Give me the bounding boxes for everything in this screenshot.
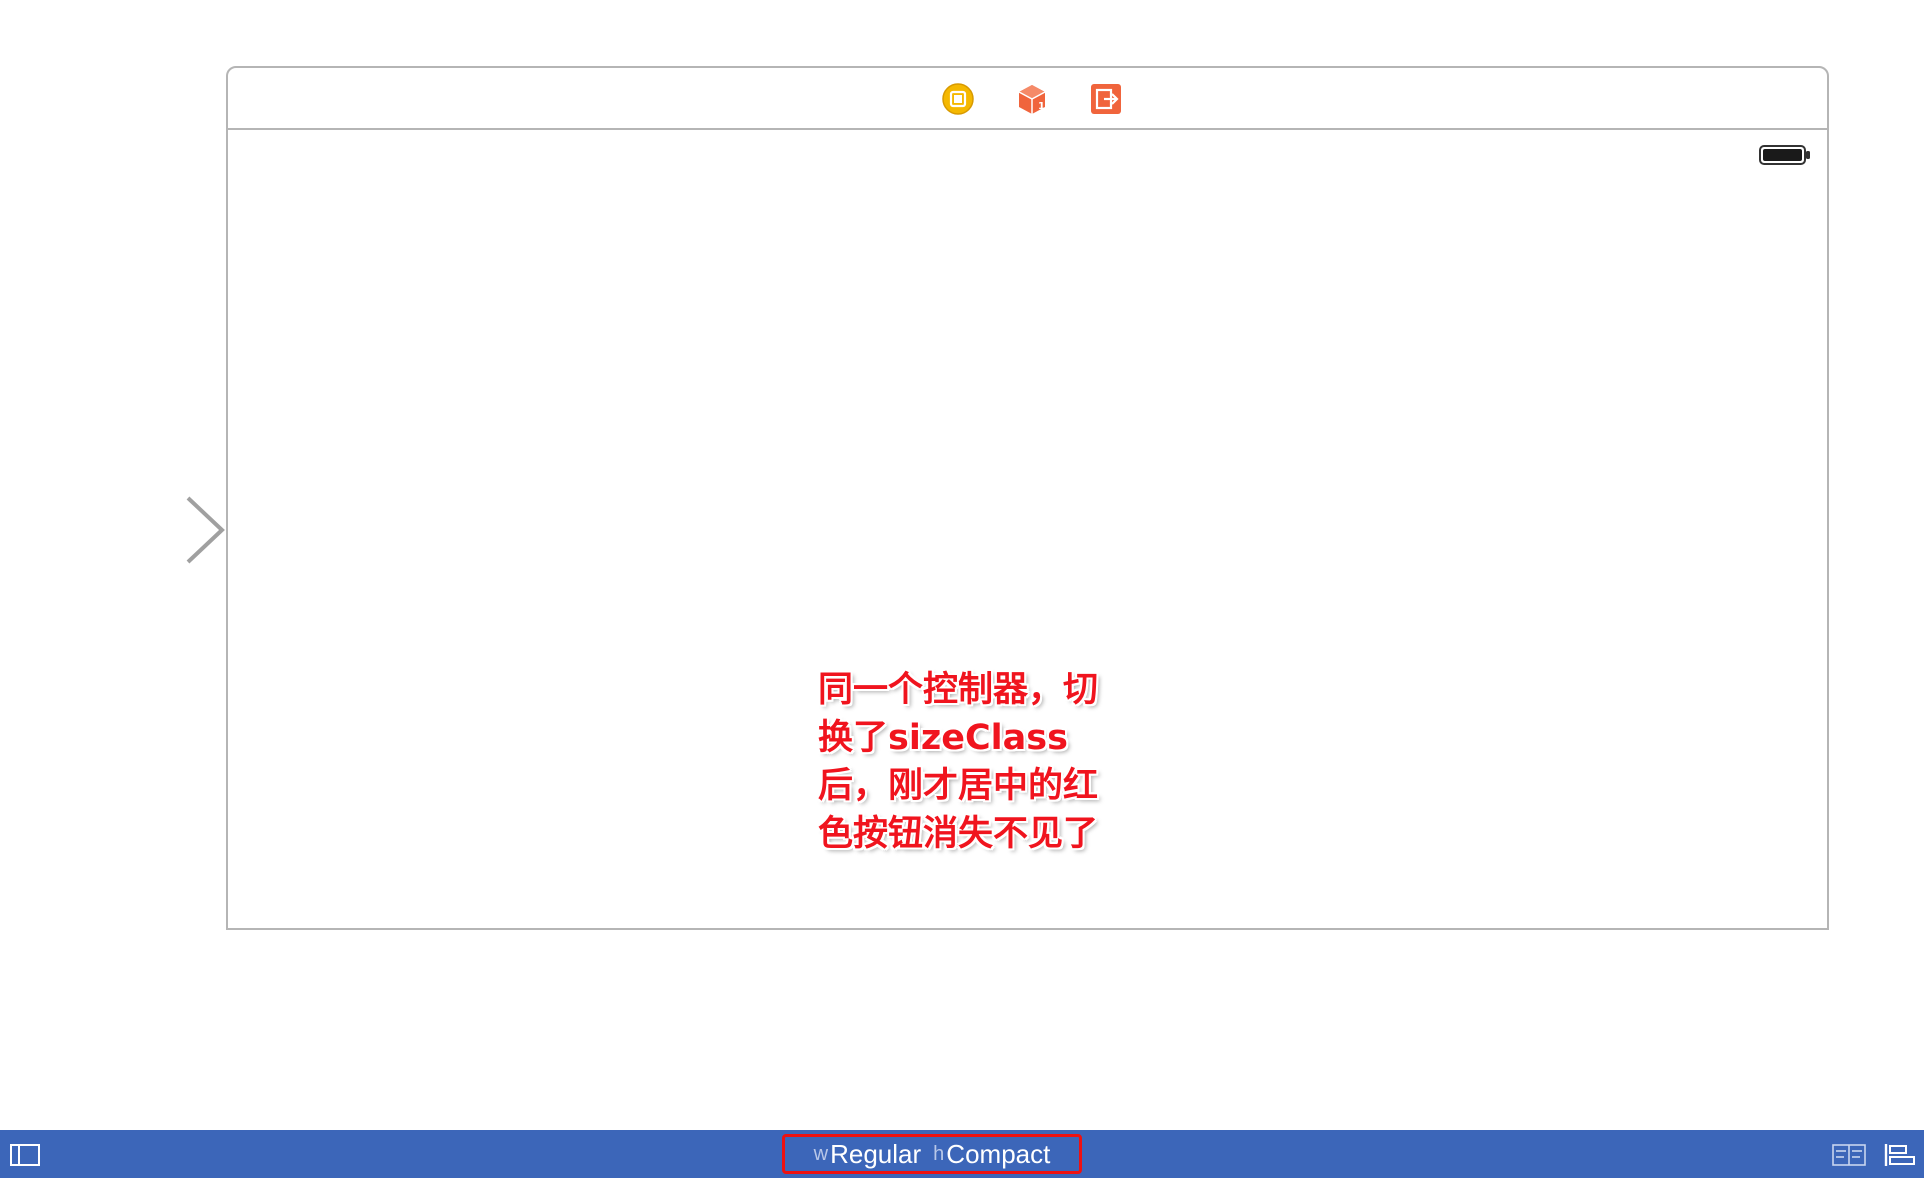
storyboard-canvas: 1 同一个控制器，切 换了sizeClass 后，刚才居中的红 色按钮消失不见了 (0, 0, 1924, 1130)
embed-in-stack-icon[interactable] (1832, 1143, 1866, 1167)
width-class-prefix: w (813, 1142, 829, 1165)
annotation-line: 换了sizeClass (818, 718, 1068, 758)
navigator-toggle-icon[interactable] (10, 1144, 40, 1166)
exit-icon[interactable] (1090, 83, 1122, 115)
initial-entry-arrow[interactable] (30, 490, 230, 570)
annotation-line: 后，刚才居中的红 (818, 766, 1099, 806)
svg-text:1: 1 (1038, 101, 1045, 112)
canvas-bottom-bar: w Regular h Compact (0, 1130, 1924, 1178)
first-responder-icon[interactable]: 1 (1016, 83, 1048, 115)
width-class-value: Regular (830, 1138, 922, 1169)
height-class-prefix: h (933, 1142, 945, 1165)
annotation-line: 色按钮消失不见了 (818, 814, 1099, 854)
height-class-value: Compact (946, 1138, 1051, 1169)
annotation-note: 同一个控制器，切 换了sizeClass 后，刚才居中的红 色按钮消失不见了 (818, 666, 1118, 858)
align-icon[interactable] (1884, 1143, 1916, 1167)
annotation-line: 同一个控制器，切 (818, 670, 1099, 710)
view-controller-icon[interactable] (942, 83, 974, 115)
scene-dock: 1 (228, 68, 1827, 130)
size-class-selector[interactable]: w Regular h Compact (782, 1134, 1082, 1174)
